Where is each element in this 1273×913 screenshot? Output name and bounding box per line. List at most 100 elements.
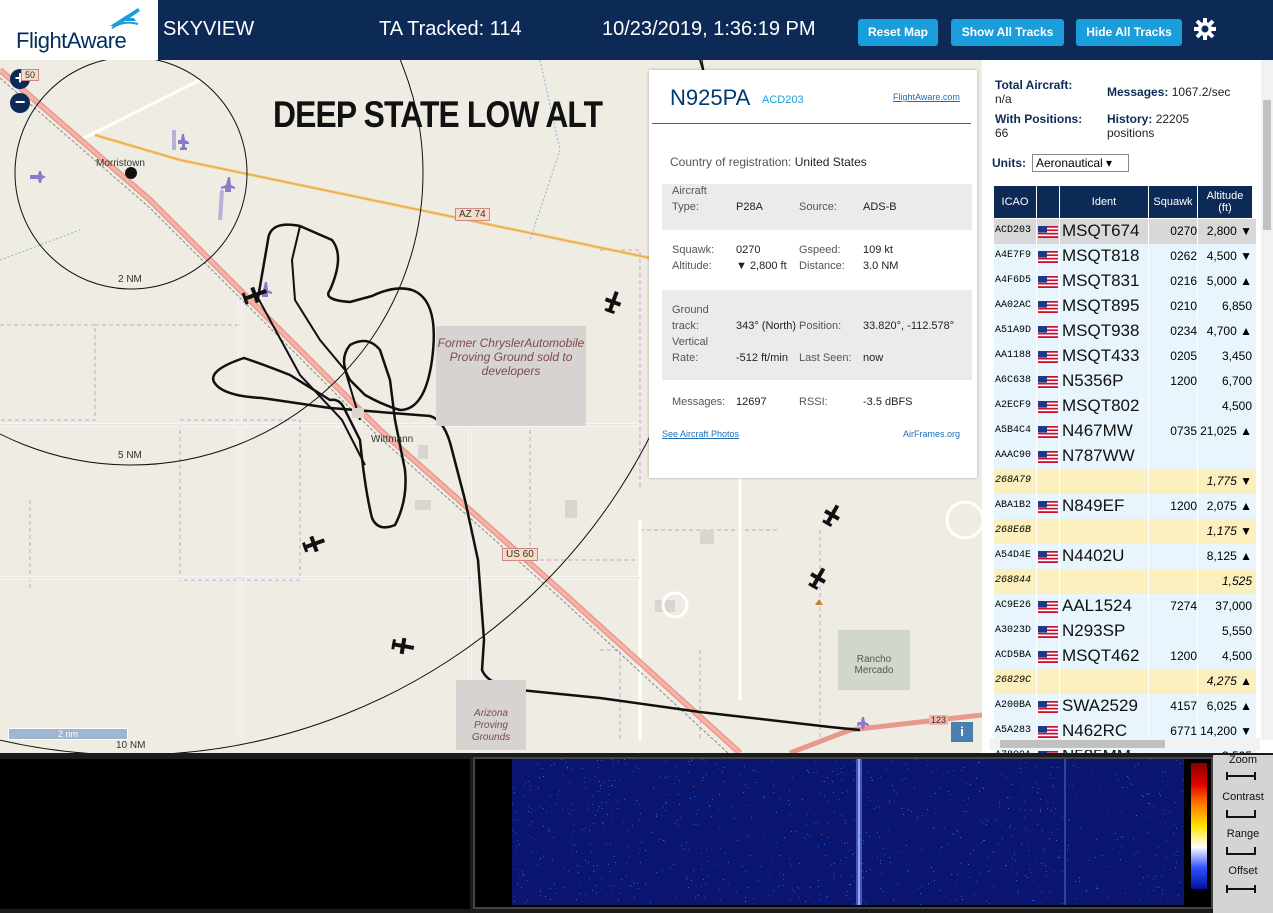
col-header-altitude[interactable]: Altitude (ft) — [1198, 186, 1252, 218]
table-row[interactable]: A5B4C4 N467MW 0735 21,025 ▲ — [994, 419, 1256, 444]
reset-map-button[interactable]: Reset Map — [858, 19, 938, 46]
label-vertical: Vertical — [672, 336, 709, 348]
hide-all-tracks-button[interactable]: Hide All Tracks — [1076, 19, 1182, 46]
cell-ident: MSQT674 — [1062, 221, 1140, 240]
table-row[interactable]: A200BA SWA2529 4157 6,025 ▲ — [994, 694, 1256, 719]
table-row[interactable]: A3023D N293SP 5,550 — [994, 619, 1256, 644]
see-aircraft-photos-link[interactable]: See Aircraft Photos — [662, 429, 739, 439]
us-flag-icon — [1038, 501, 1058, 513]
value-position: 33.820°, -112.578° — [863, 320, 955, 332]
table-row[interactable]: ABA1B2 N849EF 1200 2,075 ▲ — [994, 494, 1256, 519]
cell-altitude: 6,700 — [1221, 374, 1252, 388]
col-header-icao[interactable]: ICAO — [994, 186, 1036, 218]
table-row[interactable]: A2ECF9 MSQT802 4,500 — [994, 394, 1256, 419]
cell-icao: A51A9D — [995, 325, 1032, 336]
us-flag-icon — [1038, 351, 1058, 363]
cell-altitude: 2,075 ▲ — [1206, 499, 1252, 513]
units-select[interactable]: Aeronautical ▾ — [1032, 154, 1129, 172]
cell-ident: SWA2529 — [1062, 696, 1138, 715]
cell-altitude: 6,850 — [1221, 299, 1252, 313]
us-flag-icon — [1038, 301, 1058, 313]
cell-ident: N467MW — [1062, 421, 1133, 440]
show-all-tracks-button[interactable]: Show All Tracks — [951, 19, 1064, 46]
flightaware-logo[interactable]: FlightAware — [0, 0, 158, 60]
value-aircraft-type: P28A — [736, 201, 763, 213]
table-row[interactable]: AC9E26 AAL1524 7274 37,000 — [994, 594, 1256, 619]
airframes-link[interactable]: AirFrames.org — [903, 429, 960, 439]
map-info-button[interactable]: i — [951, 722, 973, 742]
value-rssi: -3.5 dBFS — [863, 396, 913, 408]
table-row[interactable]: A54D4E N4402U 8,125 ▲ — [994, 544, 1256, 569]
us-flag-icon — [1038, 601, 1058, 613]
cell-squawk: 0270 — [1170, 224, 1197, 238]
table-row[interactable]: 26829C 4,275 ▲ — [994, 669, 1256, 694]
vertical-scroll-thumb[interactable] — [1263, 100, 1271, 230]
table-row[interactable]: ACD5BA MSQT462 1200 4,500 — [994, 644, 1256, 669]
col-header-ident[interactable]: Ident — [1060, 186, 1148, 218]
cell-altitude: 8,125 ▲ — [1206, 549, 1252, 563]
table-row[interactable]: 268A79 1,775 ▼ — [994, 469, 1256, 494]
table-row[interactable]: A51A9D MSQT938 0234 4,700 ▲ — [994, 319, 1256, 344]
horizontal-scroll-thumb[interactable] — [1000, 740, 1165, 748]
table-row[interactable]: A4E7F9 MSQT818 0262 4,500 ▼ — [994, 244, 1256, 269]
contrast-label: Contrast — [1222, 791, 1264, 803]
ta-tracked-count: TA Tracked: 114 — [379, 18, 522, 40]
contrast-slider[interactable] — [1226, 809, 1256, 819]
cell-altitude: 4,500 ▼ — [1206, 249, 1252, 263]
area-label-chrysler: Former ChryslerAutomobile Proving Ground… — [436, 326, 586, 426]
zoom-slider[interactable] — [1226, 771, 1256, 781]
cell-icao: AAAC90 — [995, 450, 1032, 461]
cell-altitude: 4,700 ▲ — [1206, 324, 1252, 338]
cell-icao: A4E7F9 — [995, 250, 1032, 261]
label-gspeed: Gspeed: — [799, 244, 841, 256]
value-distance: 3.0 NM — [863, 260, 899, 272]
us-flag-icon — [1038, 651, 1058, 663]
road-shield-us60: US 60 — [502, 548, 538, 561]
road-shield-az74: AZ 74 — [455, 208, 490, 221]
label-squawk: Squawk: — [672, 244, 715, 256]
col-header-squawk[interactable]: Squawk — [1149, 186, 1197, 218]
table-row[interactable]: 268E6B 1,175 ▼ — [994, 519, 1256, 544]
us-flag-icon — [1038, 626, 1058, 638]
label-track: track: — [672, 320, 699, 332]
cell-squawk: 1200 — [1170, 649, 1197, 663]
table-row[interactable]: A6C638 N5356P 1200 6,700 — [994, 369, 1256, 394]
waterfall-display[interactable] — [512, 759, 1184, 905]
cell-squawk: 1200 — [1170, 374, 1197, 388]
area-label-arizona-proving: Arizona Proving Grounds — [456, 680, 526, 750]
value-messages: 12697 — [736, 396, 767, 408]
popup-icao: ACD203 — [762, 94, 804, 106]
popup-divider — [652, 123, 971, 124]
table-row[interactable]: AA02AC MSQT895 0210 6,850 — [994, 294, 1256, 319]
label-messages: Messages: — [672, 396, 726, 408]
units-label: Units: — [992, 156, 1026, 170]
cell-ident: MSQT831 — [1062, 271, 1140, 290]
value-gspeed: 109 kt — [863, 244, 893, 256]
cell-squawk: 0234 — [1170, 324, 1197, 338]
zoom-out-button[interactable]: − — [10, 93, 30, 113]
offset-slider[interactable] — [1226, 884, 1256, 894]
col-header-flag[interactable] — [1037, 186, 1059, 218]
road-shield-123: 123 — [929, 715, 949, 725]
column-separator — [1036, 219, 1037, 779]
us-flag-icon — [1038, 376, 1058, 388]
cell-squawk: 1200 — [1170, 499, 1197, 513]
label-source: Source: — [799, 201, 837, 213]
cell-altitude: 4,275 ▲ — [1206, 674, 1252, 688]
flightaware-link[interactable]: FlightAware.com — [893, 92, 960, 102]
table-row[interactable]: AAAC90 N787WW — [994, 444, 1256, 469]
waterfall-noise — [512, 759, 1184, 905]
table-row[interactable]: ACD203 MSQT674 0270 2,800 ▼ — [994, 219, 1256, 244]
cell-altitude: 37,000 — [1215, 599, 1252, 613]
table-row[interactable]: A4F6D5 MSQT831 0216 5,000 ▲ — [994, 269, 1256, 294]
table-row[interactable]: 268844 1,525 — [994, 569, 1256, 594]
cell-ident: N4402U — [1062, 546, 1125, 565]
column-separator — [1197, 219, 1198, 779]
range-slider[interactable] — [1226, 846, 1256, 856]
datetime-display: 10/23/2019, 1:36:19 PM — [602, 18, 816, 40]
aircraft-detail-popup: N925PA ACD203 FlightAware.com Country of… — [649, 70, 977, 478]
table-row[interactable]: AA1188 MSQT433 0205 3,450 — [994, 344, 1256, 369]
label-rssi: RSSI: — [799, 396, 828, 408]
gear-icon[interactable] — [1193, 17, 1217, 41]
us-flag-icon — [1038, 326, 1058, 338]
